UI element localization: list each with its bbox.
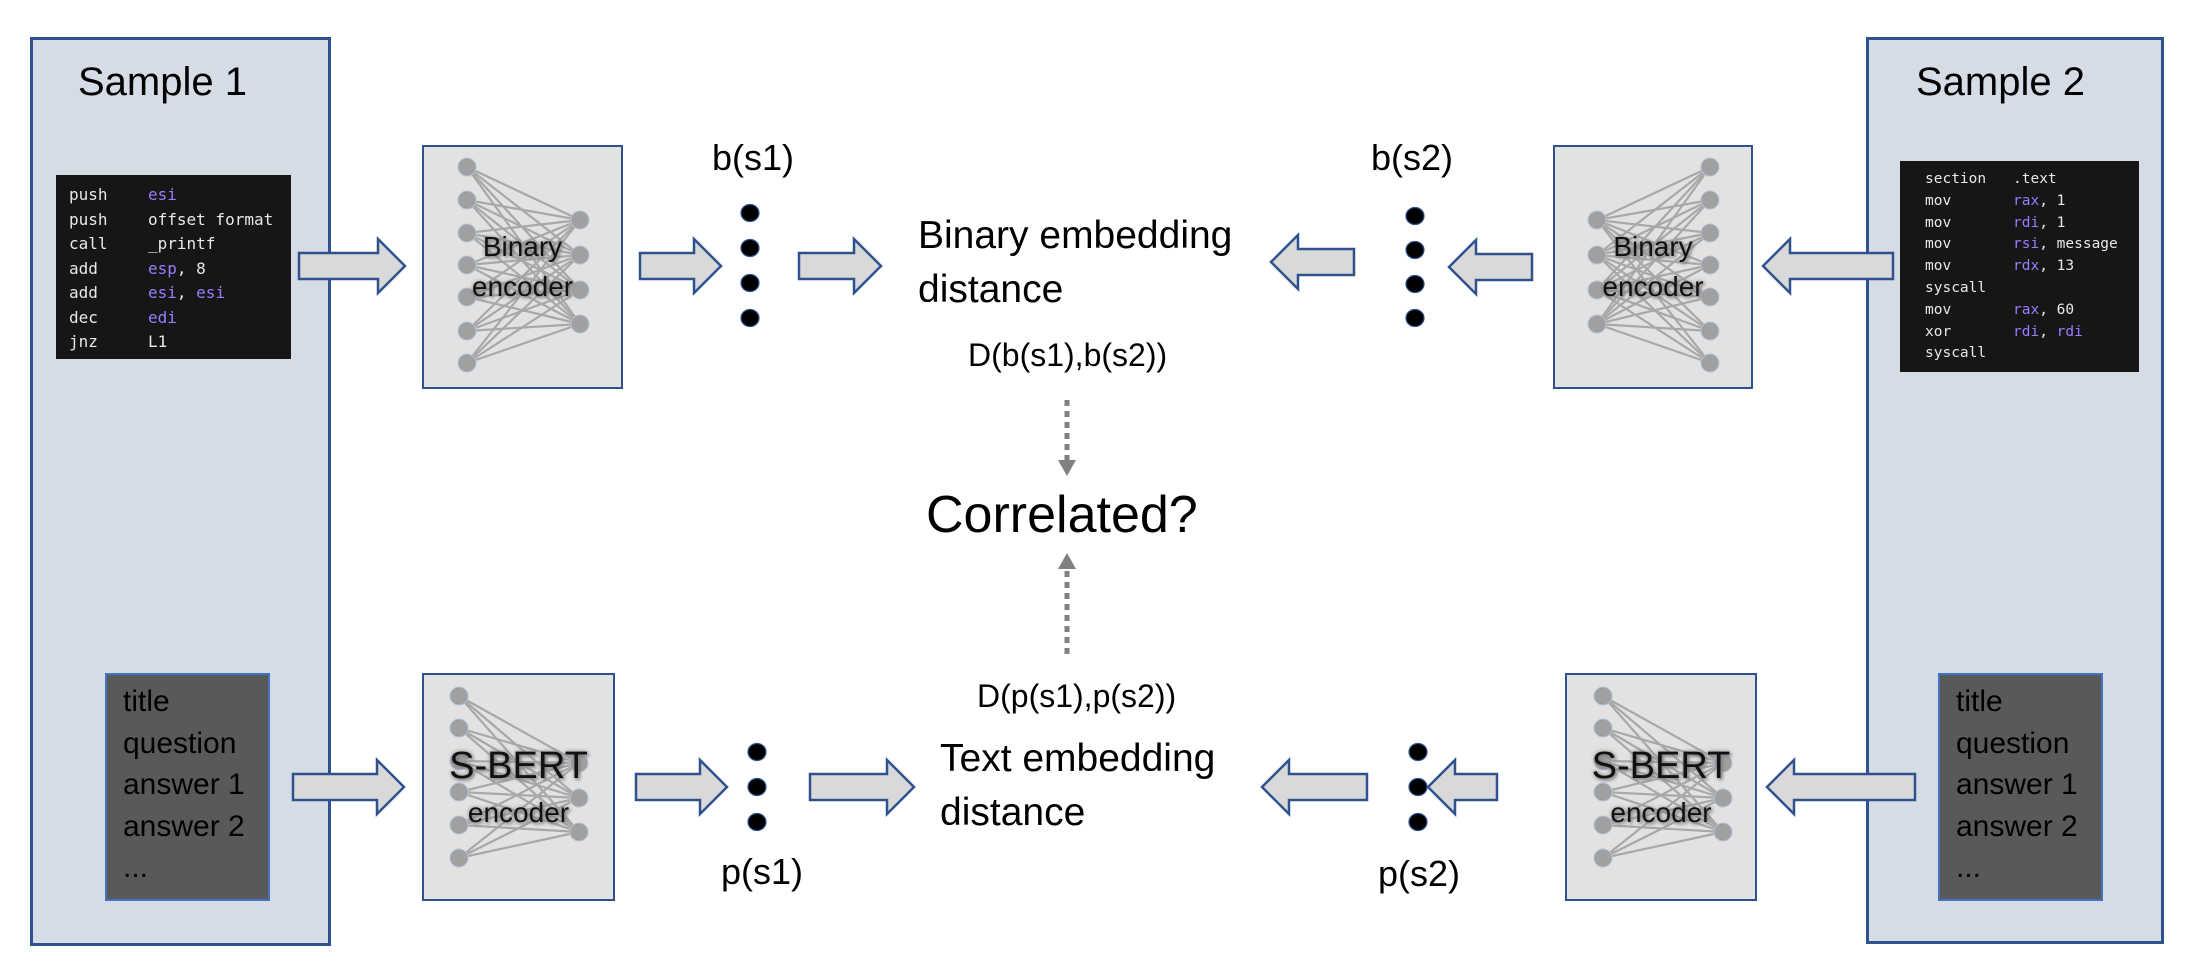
arrow-sample1-to-binary-encoder [297, 235, 407, 297]
arrow-sbert-to-p-s2 [1426, 756, 1499, 818]
b-s2-label: b(s2) [1371, 137, 1454, 178]
b-s2-vector-element [1405, 308, 1425, 328]
arrow-sample1-to-sbert [291, 756, 406, 818]
b-s2-vector-element [1405, 206, 1425, 226]
b-s1-vector-element [740, 238, 760, 258]
arrow-binary-encoder-to-b-s2 [1447, 236, 1534, 298]
p-s2-label: p(s2) [1378, 853, 1461, 894]
p-s1-vector-element [747, 777, 767, 797]
b-s2-vector-element [1405, 274, 1425, 294]
arrow-sample2-to-sbert [1765, 756, 1917, 818]
arrow-sample2-to-binary-encoder [1761, 235, 1895, 297]
b-s1-label: b(s1) [712, 137, 795, 178]
p-s2-vector-element [1408, 777, 1428, 797]
correlated-question: Correlated? [926, 486, 1198, 544]
arrow-p-s2-to-distance [1260, 756, 1369, 818]
binary-distance-label-line2: distance [918, 268, 1064, 311]
binary-distance-formula: D(b(s1),b(s2)) [968, 337, 1168, 373]
b-s2-vector-element [1405, 240, 1425, 260]
text-distance-label-line1: Text embedding [940, 737, 1216, 780]
b-s1-vector-element [740, 273, 760, 293]
arrow-sbert-to-p-s1 [634, 756, 729, 818]
arrow-b-s1-to-distance [797, 235, 883, 297]
text-distance-label-line2: distance [940, 791, 1086, 834]
p-s2-vector-element [1408, 812, 1428, 832]
p-s1-vector-element [747, 812, 767, 832]
p-s1-label: p(s1) [721, 851, 804, 892]
binary-distance-label-line1: Binary embedding [918, 214, 1233, 257]
dashed-arrow-binary-to-correlated-head [1058, 460, 1076, 476]
p-s1-vector-element [747, 742, 767, 762]
arrow-binary-encoder-to-b-s1 [638, 235, 723, 297]
text-distance-formula: D(p(s1),p(s2)) [977, 678, 1177, 714]
b-s1-vector-element [740, 203, 760, 223]
arrow-p-s1-to-distance [808, 756, 916, 818]
b-s1-vector-element [740, 308, 760, 328]
dashed-arrow-text-to-correlated-head [1058, 553, 1076, 569]
arrow-b-s2-to-distance [1269, 231, 1356, 293]
p-s2-vector-element [1408, 742, 1428, 762]
